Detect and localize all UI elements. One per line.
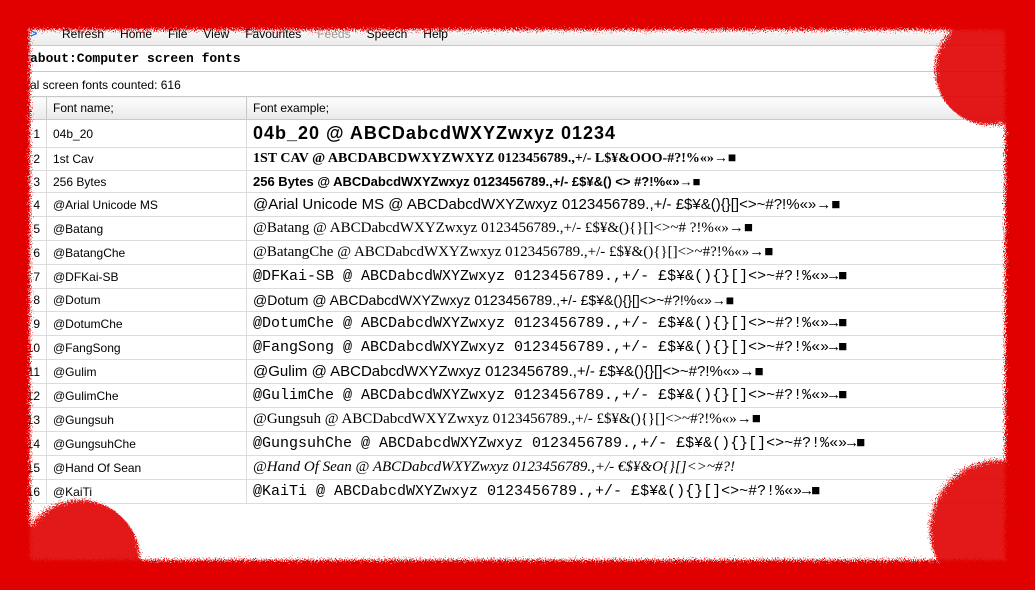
cell-no: 3	[1, 171, 47, 193]
header-no[interactable]: No.	[1, 97, 47, 120]
table-row[interactable]: 6@BatangChe@BatangChe @ ABCDabcdWXYZwxyz…	[1, 241, 1035, 265]
cell-font-name: @Gungsuh	[47, 408, 247, 432]
cell-font-example: @Batang @ ABCDabcdWXYZwxyz 0123456789.,+…	[247, 217, 1035, 241]
cell-font-example: @GungsuhChe @ ABCDabcdWXYZwxyz 012345678…	[247, 432, 1035, 456]
cell-font-name: @Hand Of Sean	[47, 456, 247, 480]
table-row[interactable]: 5@Batang@Batang @ ABCDabcdWXYZwxyz 01234…	[1, 217, 1035, 241]
cell-font-example: @KaiTi @ ABCDabcdWXYZwxyz 0123456789.,+/…	[247, 480, 1035, 504]
table-row[interactable]: 4@Arial Unicode MS@Arial Unicode MS @ AB…	[1, 193, 1035, 217]
cell-font-example: @Hand Of Sean @ ABCDabcdWXYZwxyz 0123456…	[247, 456, 1035, 480]
cell-font-example: 04b_20 @ ABCDabcdWXYZwxyz 01234	[247, 120, 1035, 148]
back-button[interactable]: <	[6, 26, 22, 42]
cell-no: 1	[1, 120, 47, 148]
cell-font-name: @Batang	[47, 217, 247, 241]
menu-help[interactable]: Help	[415, 25, 456, 43]
forward-button[interactable]: >	[26, 26, 42, 42]
cell-no: 5	[1, 217, 47, 241]
cell-font-name: @GungsuhChe	[47, 432, 247, 456]
cell-no: 4	[1, 193, 47, 217]
cell-font-example: @Gungsuh @ ABCDabcdWXYZwxyz 0123456789.,…	[247, 408, 1035, 432]
cell-font-name: @Dotum	[47, 289, 247, 312]
table-row[interactable]: 7@DFKai-SB@DFKai-SB @ ABCDabcdWXYZwxyz 0…	[1, 265, 1035, 289]
header-name[interactable]: Font name;	[47, 97, 247, 120]
menu-view[interactable]: View	[195, 25, 237, 43]
cell-font-name: @KaiTi	[47, 480, 247, 504]
table-row[interactable]: 3256 Bytes256 Bytes @ ABCDabcdWXYZwxyz 0…	[1, 171, 1035, 193]
table-row[interactable]: 12@GulimChe@GulimChe @ ABCDabcdWXYZwxyz …	[1, 384, 1035, 408]
menu-items: RefreshHomeFileViewFavouritesFeedsSpeech…	[54, 25, 456, 43]
cell-font-example: 1ST CAV @ ABCDABCDWXYZWXYZ 0123456789.,+…	[247, 148, 1035, 171]
menubar: < > RefreshHomeFileViewFavouritesFeedsSp…	[0, 22, 1035, 46]
address-icon	[6, 50, 24, 68]
cell-font-example: @BatangChe @ ABCDabcdWXYZwxyz 0123456789…	[247, 241, 1035, 265]
window-title: about:Computer screen fonts - WebWindow …	[28, 4, 293, 18]
cell-no: 14	[1, 432, 47, 456]
menu-speech[interactable]: Speech	[359, 25, 416, 43]
cell-font-example: @Dotum @ ABCDabcdWXYZwxyz 0123456789.,+/…	[247, 289, 1035, 312]
cell-font-name: @FangSong	[47, 336, 247, 360]
cell-font-example: @DFKai-SB @ ABCDabcdWXYZwxyz 0123456789.…	[247, 265, 1035, 289]
table-row[interactable]: 14@GungsuhChe@GungsuhChe @ ABCDabcdWXYZw…	[1, 432, 1035, 456]
table-row[interactable]: 16@KaiTi@KaiTi @ ABCDabcdWXYZwxyz 012345…	[1, 480, 1035, 504]
cell-font-example: @DotumChe @ ABCDabcdWXYZwxyz 0123456789.…	[247, 312, 1035, 336]
menu-feeds: Feeds	[309, 25, 358, 43]
cell-no: 11	[1, 360, 47, 384]
cell-no: 13	[1, 408, 47, 432]
cell-font-name: @Arial Unicode MS	[47, 193, 247, 217]
table-row[interactable]: 13@Gungsuh@Gungsuh @ ABCDabcdWXYZwxyz 01…	[1, 408, 1035, 432]
cell-font-example: 256 Bytes @ ABCDabcdWXYZwxyz 0123456789.…	[247, 171, 1035, 193]
table-row[interactable]: 8@Dotum@Dotum @ ABCDabcdWXYZwxyz 0123456…	[1, 289, 1035, 312]
cell-no: 8	[1, 289, 47, 312]
font-table: No. Font name; Font example; 104b_2004b_…	[0, 96, 1035, 504]
cell-font-example: @FangSong @ ABCDabcdWXYZwxyz 0123456789.…	[247, 336, 1035, 360]
cell-no: 9	[1, 312, 47, 336]
cell-font-name: @DFKai-SB	[47, 265, 247, 289]
cell-font-name: 1st Cav	[47, 148, 247, 171]
cell-font-example: @GulimChe @ ABCDabcdWXYZwxyz 0123456789.…	[247, 384, 1035, 408]
cell-no: 15	[1, 456, 47, 480]
cell-no: 7	[1, 265, 47, 289]
cell-font-name: @DotumChe	[47, 312, 247, 336]
cell-font-name: @Gulim	[47, 360, 247, 384]
cell-no: 10	[1, 336, 47, 360]
cell-font-name: 04b_20	[47, 120, 247, 148]
cell-no: 2	[1, 148, 47, 171]
cell-font-example: @Gulim @ ABCDabcdWXYZwxyz 0123456789.,+/…	[247, 360, 1035, 384]
menu-file[interactable]: File	[160, 25, 195, 43]
menu-refresh[interactable]: Refresh	[54, 25, 112, 43]
table-row[interactable]: 11@Gulim@Gulim @ ABCDabcdWXYZwxyz 012345…	[1, 360, 1035, 384]
table-row[interactable]: 9@DotumChe@DotumChe @ ABCDabcdWXYZwxyz 0…	[1, 312, 1035, 336]
address-bar: about:Computer screen fonts	[0, 46, 1035, 72]
table-row[interactable]: 15@Hand Of Sean@Hand Of Sean @ ABCDabcdW…	[1, 456, 1035, 480]
nav-buttons: < >	[6, 26, 42, 42]
cell-no: 6	[1, 241, 47, 265]
font-count: Total screen fonts counted: 616	[0, 72, 1035, 96]
menu-favourites[interactable]: Favourites	[237, 25, 309, 43]
cell-no: 16	[1, 480, 47, 504]
cell-font-name: 256 Bytes	[47, 171, 247, 193]
table-row[interactable]: 104b_2004b_20 @ ABCDabcdWXYZwxyz 01234	[1, 120, 1035, 148]
cell-font-name: @GulimChe	[47, 384, 247, 408]
address-text[interactable]: about:Computer screen fonts	[30, 51, 241, 66]
titlebar: about:Computer screen fonts - WebWindow …	[0, 0, 1035, 22]
table-row[interactable]: 21st Cav1ST CAV @ ABCDABCDWXYZWXYZ 01234…	[1, 148, 1035, 171]
table-row[interactable]: 10@FangSong@FangSong @ ABCDabcdWXYZwxyz …	[1, 336, 1035, 360]
cell-font-example: @Arial Unicode MS @ ABCDabcdWXYZwxyz 012…	[247, 193, 1035, 217]
menu-home[interactable]: Home	[112, 25, 160, 43]
cell-no: 12	[1, 384, 47, 408]
cell-font-name: @BatangChe	[47, 241, 247, 265]
app-icon	[6, 3, 22, 19]
header-example[interactable]: Font example;	[247, 97, 1035, 120]
